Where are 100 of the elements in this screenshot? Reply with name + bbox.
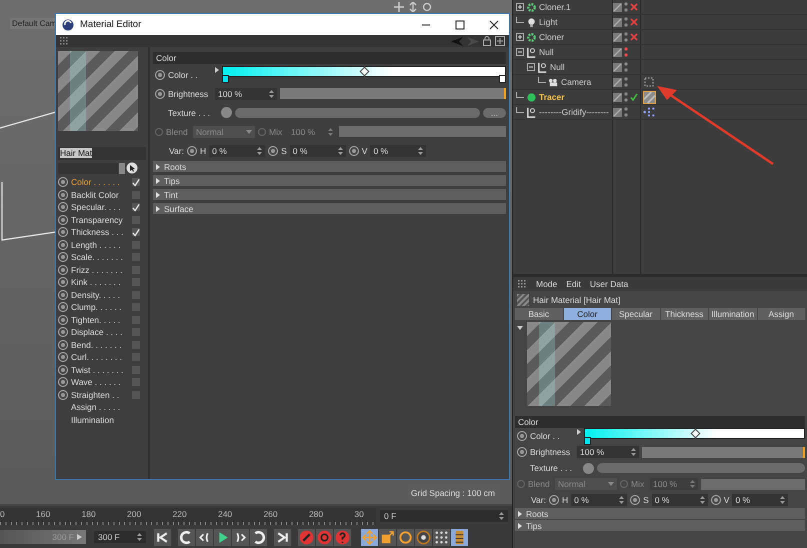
keyframe-radio-icon[interactable] bbox=[630, 495, 640, 505]
zoom-view-icon[interactable] bbox=[408, 2, 418, 12]
color-gradient[interactable] bbox=[584, 428, 805, 438]
keyframe-radio-icon[interactable] bbox=[58, 264, 68, 275]
object-name[interactable]: --------Gridify-------- bbox=[539, 107, 609, 117]
texture-menu-button[interactable] bbox=[583, 462, 594, 474]
keyframe-radio-icon[interactable] bbox=[186, 146, 197, 156]
close-icon[interactable] bbox=[489, 20, 499, 30]
layer-icon[interactable] bbox=[613, 18, 622, 26]
spinner-icon[interactable] bbox=[257, 146, 262, 154]
spinner-icon[interactable] bbox=[499, 512, 504, 520]
previous-frame-icon[interactable] bbox=[196, 528, 213, 546]
gradient-knot-icon[interactable] bbox=[222, 75, 229, 83]
variation-field[interactable]: 0 % bbox=[652, 494, 708, 506]
grip-icon[interactable] bbox=[518, 280, 527, 288]
keyframe-radio-icon[interactable] bbox=[58, 202, 68, 212]
layer-icon[interactable] bbox=[613, 62, 622, 72]
visibility-dots-icon[interactable] bbox=[624, 77, 628, 87]
group-header[interactable]: Tips bbox=[153, 175, 506, 186]
tab[interactable]: Specular bbox=[612, 308, 660, 320]
check-icon[interactable] bbox=[630, 93, 638, 101]
channel-checkbox[interactable] bbox=[132, 228, 140, 236]
channel-item[interactable]: Kink . . . . . . . bbox=[71, 277, 129, 288]
points-tool-icon[interactable] bbox=[433, 528, 450, 546]
channel-item[interactable]: Thickness . . . bbox=[71, 227, 129, 238]
channel-checkbox[interactable] bbox=[132, 178, 140, 186]
spinner-icon[interactable] bbox=[418, 146, 424, 154]
keyframe-radio-icon[interactable] bbox=[268, 146, 278, 156]
color-gradient[interactable] bbox=[222, 66, 506, 77]
keyframe-radio-icon[interactable] bbox=[517, 480, 525, 488]
object-name[interactable]: Tracer bbox=[539, 92, 565, 102]
layer-icon[interactable] bbox=[613, 78, 622, 86]
move-view-icon[interactable] bbox=[394, 2, 404, 12]
parameter-tool-icon[interactable] bbox=[415, 528, 432, 546]
spinner-icon[interactable] bbox=[137, 533, 142, 541]
gradient-knot-icon[interactable] bbox=[499, 75, 506, 83]
layer-icon[interactable] bbox=[613, 48, 622, 56]
layer-icon[interactable] bbox=[613, 32, 622, 42]
keyframe-radio-icon[interactable] bbox=[710, 495, 721, 505]
visibility-dots-icon[interactable] bbox=[624, 47, 628, 57]
autokey-icon[interactable] bbox=[316, 528, 333, 546]
visibility-dots-icon[interactable] bbox=[624, 62, 628, 72]
channel-item[interactable]: Clump. . . . . . bbox=[71, 302, 129, 312]
material-tag-icon[interactable] bbox=[643, 90, 656, 104]
spinner-icon[interactable] bbox=[631, 448, 636, 456]
pointer-icon[interactable] bbox=[126, 162, 138, 174]
keyframe-radio-icon[interactable] bbox=[58, 190, 68, 200]
variation-field[interactable]: 0 % bbox=[370, 144, 426, 156]
variation-field[interactable]: 0 % bbox=[732, 494, 788, 506]
group-header[interactable]: Surface bbox=[153, 203, 506, 214]
timeline-layout-icon[interactable] bbox=[451, 528, 468, 546]
next-key-icon[interactable] bbox=[250, 528, 267, 546]
brightness-slider[interactable] bbox=[642, 446, 805, 458]
channel-item[interactable]: Backlit Color bbox=[71, 190, 129, 200]
channel-item[interactable]: Density. . . . . bbox=[71, 290, 129, 300]
nodes-tag-icon[interactable] bbox=[643, 106, 655, 118]
texture-menu-button[interactable] bbox=[221, 107, 232, 118]
keyframe-radio-icon[interactable] bbox=[155, 128, 163, 136]
channel-item[interactable]: Tighten. . . . . bbox=[71, 314, 129, 325]
new-panel-icon[interactable] bbox=[495, 36, 505, 46]
texture-field[interactable] bbox=[235, 108, 480, 118]
brightness-field[interactable]: 100 % bbox=[215, 88, 277, 100]
variation-field[interactable]: 0 % bbox=[571, 494, 628, 506]
keyframe-radio-icon[interactable] bbox=[58, 314, 68, 325]
spinner-icon[interactable] bbox=[780, 496, 786, 504]
keyframe-radio-icon[interactable] bbox=[58, 377, 68, 388]
help-icon[interactable] bbox=[334, 528, 351, 546]
go-to-start-icon[interactable] bbox=[154, 528, 171, 546]
tab[interactable]: Illumination bbox=[709, 308, 756, 320]
tab[interactable]: Color bbox=[564, 308, 611, 320]
mix-slider[interactable] bbox=[339, 126, 506, 137]
channel-item[interactable]: Curl. . . . . . . . bbox=[71, 352, 129, 362]
expand-toggle-icon[interactable] bbox=[527, 63, 535, 71]
channel-item[interactable]: Illumination bbox=[71, 414, 129, 425]
keyframe-radio-icon[interactable] bbox=[58, 277, 68, 288]
group-header[interactable]: Tint bbox=[153, 189, 506, 200]
spinner-icon[interactable] bbox=[269, 90, 274, 98]
keyframe-radio-icon[interactable] bbox=[620, 480, 628, 488]
keyframe-radio-icon[interactable] bbox=[58, 177, 68, 188]
gradient-midpoint-icon[interactable] bbox=[690, 428, 701, 438]
menu-item[interactable]: User Data bbox=[590, 279, 628, 289]
record-icon[interactable] bbox=[298, 528, 315, 546]
texture-field[interactable] bbox=[597, 463, 805, 473]
lock-icon[interactable] bbox=[483, 36, 491, 46]
object-name[interactable]: Null bbox=[550, 62, 565, 72]
move-tool-icon[interactable] bbox=[361, 528, 378, 546]
keyframe-radio-icon[interactable] bbox=[58, 290, 68, 300]
visibility-dots-icon[interactable] bbox=[624, 107, 628, 117]
channel-checkbox[interactable] bbox=[132, 203, 140, 212]
rotate-view-icon[interactable] bbox=[422, 2, 432, 12]
keyframe-radio-icon[interactable] bbox=[58, 240, 68, 250]
tab[interactable]: Basic bbox=[515, 308, 562, 320]
keyframe-radio-icon[interactable] bbox=[58, 390, 68, 400]
channel-item[interactable]: Color . . . . . . bbox=[71, 177, 129, 188]
collapse-arrow-icon[interactable] bbox=[517, 326, 523, 330]
menu-item[interactable]: Edit bbox=[566, 279, 581, 289]
keyframe-radio-icon[interactable] bbox=[348, 146, 359, 156]
tab[interactable]: Assign bbox=[758, 308, 805, 320]
viewport[interactable] bbox=[0, 0, 512, 506]
max-frame-field[interactable]: 300 F bbox=[94, 531, 146, 543]
